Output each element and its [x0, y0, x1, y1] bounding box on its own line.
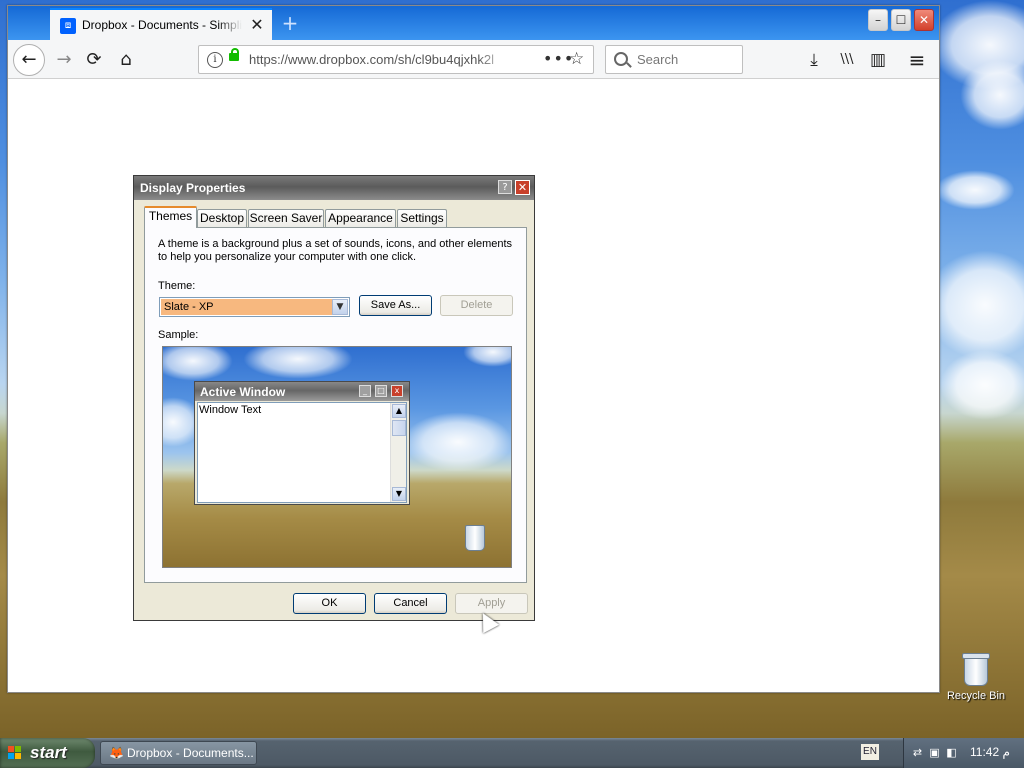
delete-button[interactable]: Delete [440, 295, 513, 316]
theme-description: A theme is a background plus a set of so… [158, 238, 513, 263]
url-bar[interactable]: i https://www.dropbox.com/sh/cl9bu4qjxhk… [198, 45, 594, 74]
menu-icon[interactable]: ≡ [904, 47, 930, 73]
bookmark-star-icon[interactable]: ☆ [569, 49, 584, 69]
tab-title: Dropbox - Documents - Simplify yo [82, 18, 242, 32]
tab-settings[interactable]: Settings [397, 209, 447, 227]
downloads-icon[interactable]: ⤓ [801, 47, 827, 73]
back-button[interactable]: ← [13, 44, 45, 76]
sidebar-icon[interactable]: ▥ [865, 47, 891, 73]
system-tray: ⇄ ▣ ◧ 11:42 م [903, 738, 1024, 768]
sample-close-icon: x [391, 385, 403, 397]
new-tab-button[interactable]: + [278, 12, 302, 34]
sample-scrollbar: ▲ ▼ [390, 403, 406, 502]
home-button[interactable]: ⌂ [112, 46, 140, 74]
chevron-down-icon[interactable]: ▼ [332, 299, 348, 315]
tab-desktop[interactable]: Desktop [197, 209, 247, 227]
display-icon[interactable]: ▣ [928, 746, 941, 759]
theme-label: Theme: [158, 280, 196, 292]
sample-window-text: Window Text [199, 404, 262, 416]
cancel-button[interactable]: Cancel [374, 593, 447, 614]
recycle-bin-label: Recycle Bin [946, 690, 1006, 702]
sample-window-body: Window Text ▲ ▼ [197, 402, 407, 503]
sample-minimize-icon: _ [359, 385, 371, 397]
firefox-icon: 🦊 [109, 746, 124, 760]
library-icon[interactable]: \\\ [834, 47, 860, 73]
forward-button[interactable]: → [50, 46, 78, 74]
window-close-button[interactable]: ✕ [914, 9, 934, 31]
theme-select[interactable]: Slate - XP ▼ [159, 297, 350, 317]
scroll-up-icon: ▲ [392, 404, 406, 418]
reload-button[interactable]: ⟳ [80, 46, 108, 74]
sample-label: Sample: [158, 329, 199, 341]
scroll-down-icon: ▼ [392, 487, 406, 501]
volume-icon[interactable]: ◧ [945, 746, 958, 759]
tab-strip: ⧈ Dropbox - Documents - Simplify yo ✕ + … [8, 6, 939, 40]
start-label: start [30, 743, 67, 762]
language-indicator[interactable]: EN [861, 744, 879, 760]
sample-window-title: Active Window [200, 385, 286, 399]
sample-active-window: Active Window _ □ x Window Text ▲ ▼ [194, 381, 410, 505]
ok-button[interactable]: OK [293, 593, 366, 614]
clock[interactable]: 11:42 م [970, 745, 1010, 759]
dropbox-icon: ⧈ [60, 18, 76, 34]
url-text[interactable]: https://www.dropbox.com/sh/cl9bu4qjxhk2l [249, 52, 509, 67]
theme-sample-preview: Active Window _ □ x Window Text ▲ ▼ [162, 346, 512, 568]
taskbar-item-firefox[interactable]: 🦊 Dropbox - Documents... [100, 741, 257, 765]
tab-close-icon[interactable]: ✕ [248, 16, 266, 34]
sample-window-title-bar: Active Window _ □ x [195, 382, 409, 401]
themes-panel: A theme is a background plus a set of so… [144, 227, 527, 583]
recycle-bin-desktop-icon[interactable]: Recycle Bin [944, 653, 1008, 702]
lock-icon [229, 48, 239, 61]
windows-logo-icon [8, 746, 22, 760]
search-icon [614, 52, 628, 66]
dialog-title-bar[interactable]: Display Properties ? ✕ [134, 176, 534, 200]
save-as-button[interactable]: Save As... [359, 295, 432, 316]
taskbar: start 🦊 Dropbox - Documents... EN ⇄ ▣ ◧ … [0, 738, 1024, 768]
theme-select-value: Slate - XP [161, 299, 332, 315]
search-placeholder: Search [637, 52, 679, 67]
display-properties-dialog: Display Properties ? ✕ Themes Desktop Sc… [133, 175, 535, 621]
scroll-thumb [392, 420, 406, 436]
network-icon[interactable]: ⇄ [911, 746, 924, 759]
start-button[interactable]: start [0, 738, 95, 768]
sample-recycle-bin-icon [465, 525, 485, 551]
tab-appearance[interactable]: Appearance [325, 209, 396, 227]
recycle-bin-icon [962, 653, 990, 686]
tab-screen-saver[interactable]: Screen Saver [248, 209, 324, 227]
taskbar-item-label: Dropbox - Documents... [127, 746, 254, 760]
help-button[interactable]: ? [498, 180, 512, 194]
dialog-title: Display Properties [140, 181, 246, 195]
search-input[interactable]: Search [605, 45, 743, 74]
navigation-toolbar: ← → ⟳ ⌂ i https://www.dropbox.com/sh/cl9… [8, 40, 939, 79]
tab-dropbox-documents[interactable]: ⧈ Dropbox - Documents - Simplify yo ✕ [50, 8, 272, 40]
maximize-button[interactable]: ☐ [891, 9, 911, 31]
info-icon[interactable]: i [207, 52, 223, 68]
sample-maximize-icon: □ [375, 385, 387, 397]
minimize-button[interactable]: – [868, 9, 888, 31]
dialog-close-button[interactable]: ✕ [515, 180, 530, 195]
tab-themes[interactable]: Themes [144, 206, 197, 228]
